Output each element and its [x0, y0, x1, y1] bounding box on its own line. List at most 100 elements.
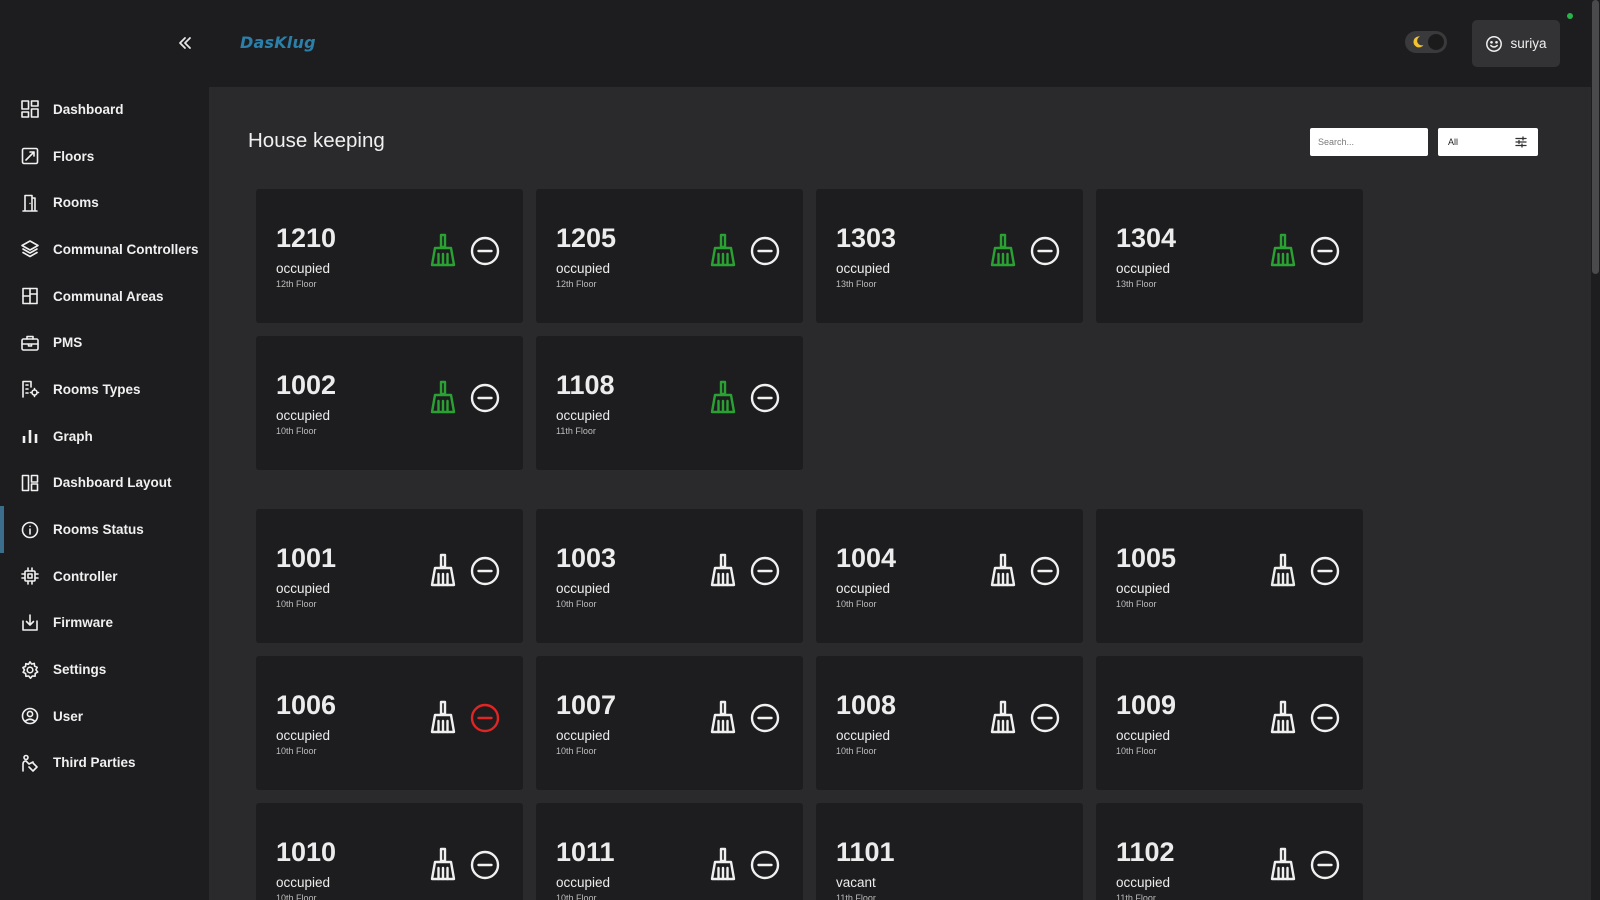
room-card[interactable]: 1002 occupied 10th Floor — [256, 336, 523, 470]
broom-icon[interactable] — [428, 233, 458, 267]
broom-icon[interactable] — [708, 233, 738, 267]
room-card[interactable]: 1101 vacant 11th Floor — [816, 803, 1083, 900]
sidebar-item-controller[interactable]: Controller — [0, 553, 209, 600]
sidebar-item-label: Dashboard Layout — [53, 475, 172, 491]
room-card[interactable]: 1005 occupied 10th Floor — [1096, 509, 1363, 643]
do-not-disturb-icon[interactable] — [750, 236, 780, 266]
room-card[interactable]: 1304 occupied 13th Floor — [1096, 189, 1363, 323]
sidebar-item-rooms-status[interactable]: Rooms Status — [0, 506, 209, 553]
theme-toggle[interactable] — [1405, 31, 1447, 53]
room-card[interactable]: 1008 occupied 10th Floor — [816, 656, 1083, 790]
room-number: 1006 — [276, 690, 337, 720]
room-status: occupied — [556, 728, 611, 743]
broom-icon[interactable] — [1268, 233, 1298, 267]
broom-icon[interactable] — [1268, 700, 1298, 734]
sidebar-item-user[interactable]: User — [0, 693, 209, 740]
room-card[interactable]: 1210 occupied 12th Floor — [256, 189, 523, 323]
room-card[interactable]: 1010 occupied 10th Floor — [256, 803, 523, 900]
chip-icon — [20, 566, 40, 586]
sidebar-item-communal-controllers[interactable]: Communal Controllers — [0, 226, 209, 273]
room-floor: 13th Floor — [1116, 279, 1157, 289]
broom-icon[interactable] — [988, 700, 1018, 734]
room-card[interactable]: 1007 occupied 10th Floor — [536, 656, 803, 790]
room-number: 1101 — [836, 837, 895, 867]
broom-icon[interactable] — [988, 553, 1018, 587]
sidebar-item-label: PMS — [53, 335, 83, 351]
room-floor: 12th Floor — [556, 279, 597, 289]
do-not-disturb-icon[interactable] — [470, 850, 500, 880]
room-floor: 10th Floor — [836, 746, 877, 756]
do-not-disturb-icon[interactable] — [1310, 236, 1340, 266]
room-card[interactable]: 1003 occupied 10th Floor — [536, 509, 803, 643]
room-floor: 10th Floor — [276, 426, 317, 436]
broom-icon[interactable] — [708, 700, 738, 734]
broom-icon[interactable] — [708, 380, 738, 414]
room-card[interactable]: 1004 occupied 10th Floor — [816, 509, 1083, 643]
broom-icon[interactable] — [708, 553, 738, 587]
sidebar-item-graph[interactable]: Graph — [0, 413, 209, 460]
broom-icon[interactable] — [428, 700, 458, 734]
do-not-disturb-icon[interactable] — [470, 703, 500, 733]
do-not-disturb-icon[interactable] — [1030, 236, 1060, 266]
broom-icon[interactable] — [988, 233, 1018, 267]
broom-icon[interactable] — [1268, 553, 1298, 587]
do-not-disturb-icon[interactable] — [750, 383, 780, 413]
filter-select[interactable]: All — [1438, 128, 1538, 156]
sidebar-item-communal-areas[interactable]: Communal Areas — [0, 273, 209, 320]
room-card[interactable]: 1001 occupied 10th Floor — [256, 509, 523, 643]
room-floor: 13th Floor — [836, 279, 877, 289]
briefcase-icon — [20, 333, 40, 353]
do-not-disturb-icon[interactable] — [1310, 850, 1340, 880]
broom-icon[interactable] — [1268, 847, 1298, 881]
sidebar-item-third-parties[interactable]: Third Parties — [0, 740, 209, 787]
room-card[interactable]: 1011 occupied 10th Floor — [536, 803, 803, 900]
broom-icon[interactable] — [428, 847, 458, 881]
room-card[interactable]: 1006 occupied 10th Floor — [256, 656, 523, 790]
app-logo: DasKlug — [240, 33, 316, 52]
sidebar-item-label: Dashboard — [53, 101, 124, 117]
room-number: 1205 — [556, 223, 617, 253]
room-status: occupied — [276, 728, 331, 743]
page-scrollbar[interactable] — [1591, 0, 1600, 900]
sidebar-item-dashboard-layout[interactable]: Dashboard Layout — [0, 460, 209, 507]
sidebar-item-label: Rooms — [53, 195, 99, 211]
sidebar-item-firmware[interactable]: Firmware — [0, 600, 209, 647]
broom-icon[interactable] — [428, 380, 458, 414]
sidebar-item-rooms[interactable]: Rooms — [0, 179, 209, 226]
sidebar-item-pms[interactable]: PMS — [0, 319, 209, 366]
room-card[interactable]: 1303 occupied 13th Floor — [816, 189, 1083, 323]
sidebar-item-rooms-types[interactable]: Rooms Types — [0, 366, 209, 413]
room-card[interactable]: 1102 occupied 11th Floor — [1096, 803, 1363, 900]
sidebar-item-floors[interactable]: Floors — [0, 133, 209, 180]
room-number: 1007 — [556, 690, 617, 720]
room-number: 1304 — [1116, 223, 1177, 253]
sidebar-item-dashboard[interactable]: Dashboard — [0, 86, 209, 133]
room-card[interactable]: 1009 occupied 10th Floor — [1096, 656, 1363, 790]
room-card[interactable]: 1205 occupied 12th Floor — [536, 189, 803, 323]
room-number: 1011 — [556, 837, 615, 867]
do-not-disturb-icon[interactable] — [1310, 703, 1340, 733]
room-status: occupied — [556, 581, 611, 596]
do-not-disturb-icon[interactable] — [470, 556, 500, 586]
do-not-disturb-icon[interactable] — [750, 703, 780, 733]
do-not-disturb-icon[interactable] — [1030, 556, 1060, 586]
broom-icon[interactable] — [428, 553, 458, 587]
do-not-disturb-icon[interactable] — [750, 556, 780, 586]
broom-icon[interactable] — [708, 847, 738, 881]
collapse-sidebar-button[interactable] — [172, 30, 198, 56]
scrollbar-thumb[interactable] — [1592, 0, 1599, 274]
sidebar-item-label: Communal Areas — [53, 288, 164, 304]
do-not-disturb-icon[interactable] — [1310, 556, 1340, 586]
do-not-disturb-icon[interactable] — [470, 383, 500, 413]
room-number: 1210 — [276, 223, 337, 253]
sidebar-item-settings[interactable]: Settings — [0, 646, 209, 693]
do-not-disturb-icon[interactable] — [1030, 703, 1060, 733]
user-menu-button[interactable]: suriya — [1472, 20, 1560, 67]
do-not-disturb-icon[interactable] — [470, 236, 500, 266]
room-status: occupied — [276, 581, 331, 596]
room-card[interactable]: 1108 occupied 11th Floor — [536, 336, 803, 470]
handshake-icon — [20, 753, 40, 773]
search-input[interactable] — [1310, 128, 1428, 156]
page-title: House keeping — [248, 129, 385, 152]
do-not-disturb-icon[interactable] — [750, 850, 780, 880]
